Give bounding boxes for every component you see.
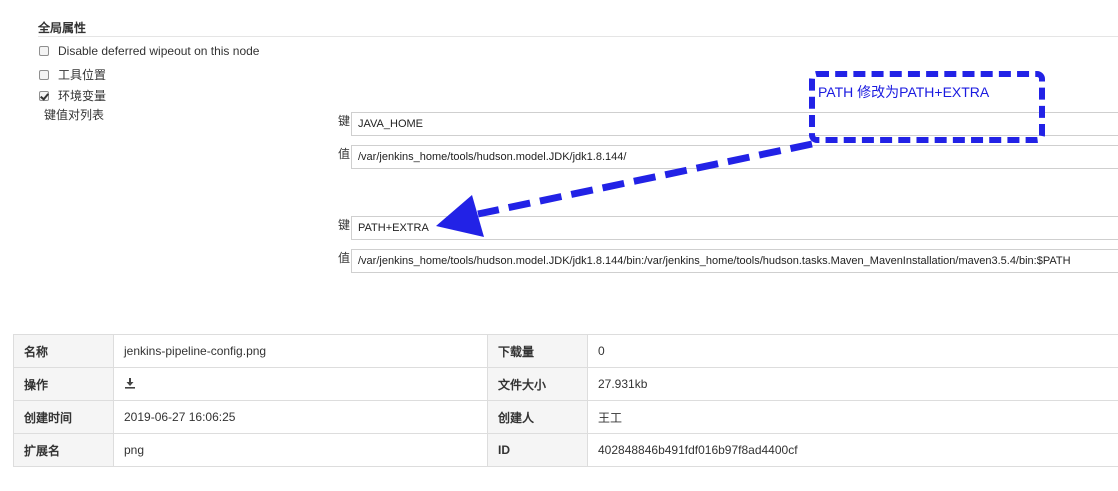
created-time-value: 2019-06-27 16:06:25 [113,400,488,434]
download-count-value: 0 [587,334,1118,368]
extension-value: png [113,433,488,467]
file-info-table: 名称 jenkins-pipeline-config.png 下载量 0 操作 … [13,334,1118,467]
cell-key: ID [487,433,588,467]
file-id-value: 402848846b491fdf016b97f8ad4400cf [587,433,1118,467]
table-row: 创建时间 2019-06-27 16:06:25 创建人 王工 [13,400,1118,434]
cell-key: 下载量 [487,334,588,368]
cell-key: 名称 [13,334,114,368]
download-icon[interactable] [124,377,136,392]
table-row: 扩展名 png ID 402848846b491fdf016b97f8ad440… [13,433,1118,467]
actions-cell [113,367,488,401]
creator-value: 王工 [587,400,1118,434]
cell-key: 创建时间 [13,400,114,434]
file-size-value: 27.931kb [587,367,1118,401]
table-row: 操作 文件大小 27.931kb [13,367,1118,401]
cell-key: 创建人 [487,400,588,434]
cell-key: 文件大小 [487,367,588,401]
table-row: 名称 jenkins-pipeline-config.png 下载量 0 [13,334,1118,368]
file-name-value: jenkins-pipeline-config.png [113,334,488,368]
cell-key: 操作 [13,367,114,401]
cell-key: 扩展名 [13,433,114,467]
